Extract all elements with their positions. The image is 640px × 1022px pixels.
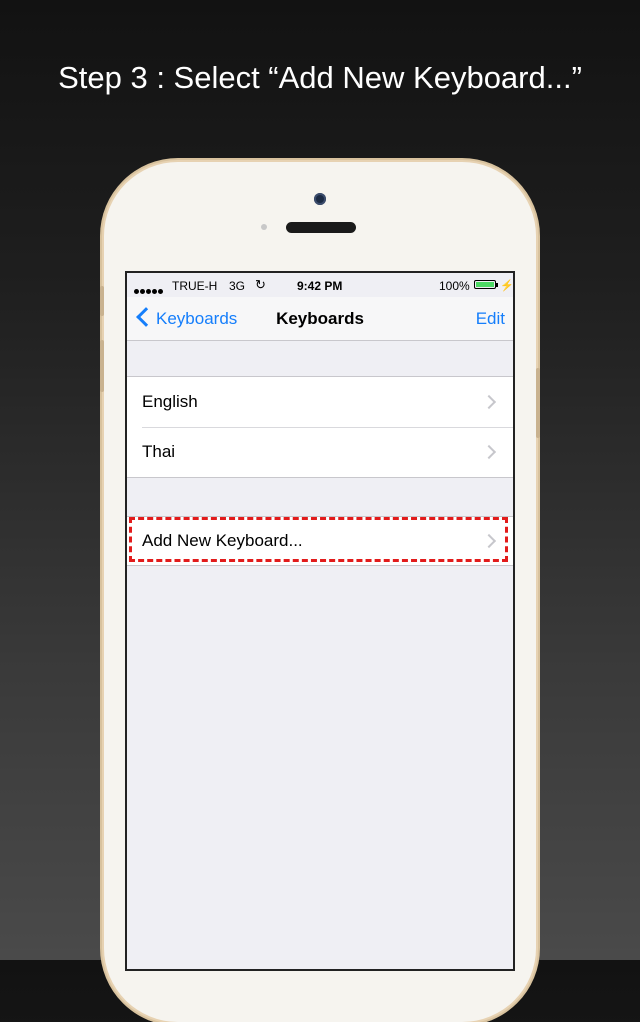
keyboard-label: Thai — [142, 442, 176, 461]
clock-time: 9:42 PM — [297, 279, 343, 293]
signal-strength-icon — [134, 283, 164, 297]
volume-button — [100, 286, 104, 316]
earpiece-speaker — [286, 222, 356, 233]
status-bar: TRUE-H 3G ↻ 9:42 PM 100% ⚡ — [127, 273, 513, 297]
edit-button[interactable]: Edit — [476, 309, 505, 329]
chevron-right-icon — [481, 394, 497, 410]
charging-icon: ⚡ — [500, 280, 514, 292]
navigation-bar: Keyboards Keyboards Edit — [127, 297, 513, 341]
keyboard-label: English — [142, 392, 198, 411]
phone-screen: TRUE-H 3G ↻ 9:42 PM 100% ⚡ Keyboards Key… — [125, 271, 515, 971]
front-camera — [314, 193, 326, 205]
power-button — [536, 368, 540, 438]
keyboard-list: English Thai — [127, 376, 513, 478]
highlight-box — [129, 517, 508, 562]
keyboard-row-thai[interactable]: Thai — [127, 427, 513, 477]
page-title: Keyboards — [276, 309, 364, 328]
volume-button — [100, 340, 104, 392]
battery-percent: 100% — [439, 279, 470, 293]
keyboard-row-english[interactable]: English — [127, 377, 513, 427]
proximity-sensor — [261, 224, 267, 230]
instruction-headline: Step 3 : Select “Add New Keyboard...” — [58, 60, 582, 95]
sync-icon: ↻ — [255, 277, 266, 292]
carrier-label: TRUE-H — [172, 279, 218, 293]
network-label: 3G — [229, 279, 246, 293]
battery-icon — [474, 280, 498, 289]
chevron-right-icon — [481, 444, 497, 460]
